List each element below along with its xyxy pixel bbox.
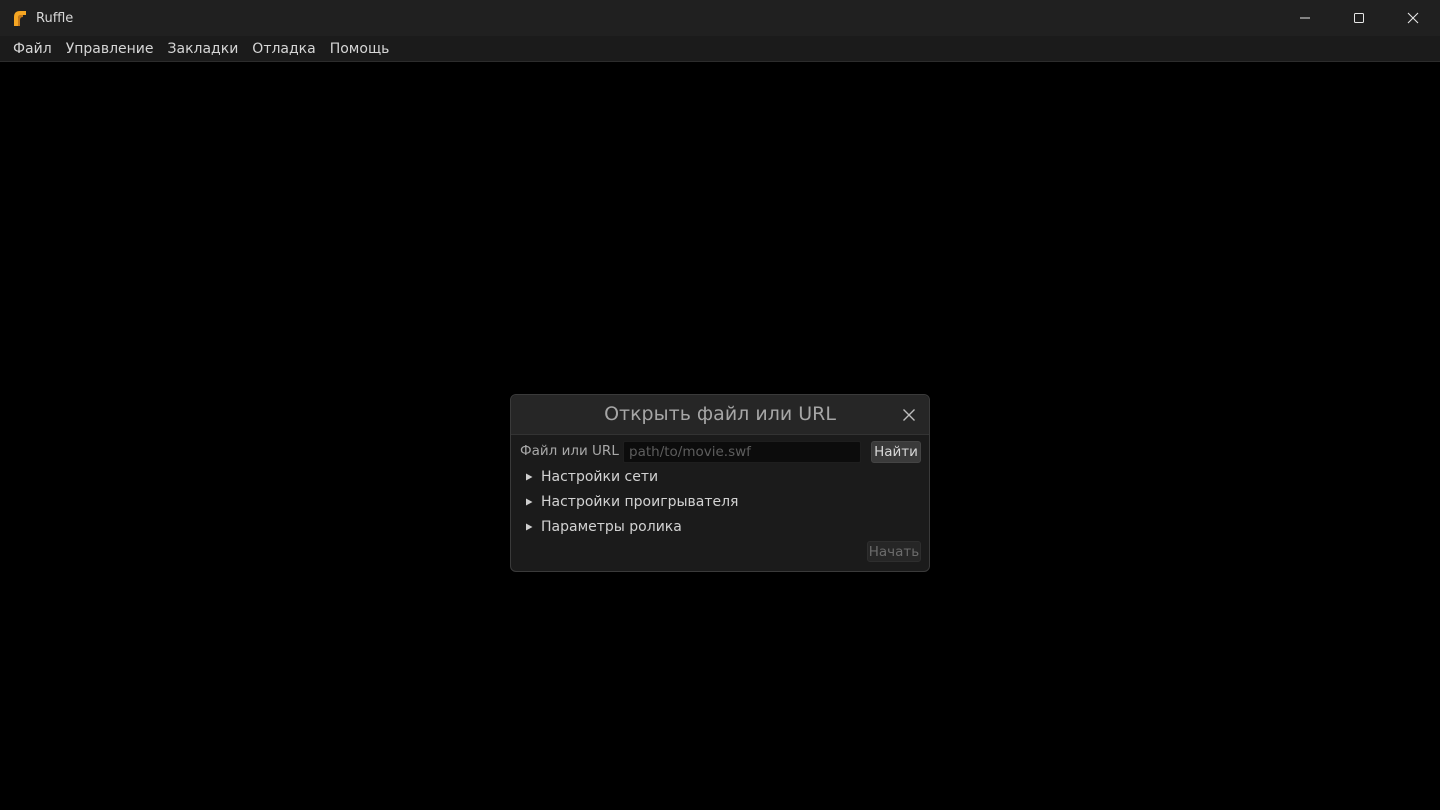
browse-button[interactable]: Найти bbox=[871, 441, 921, 463]
file-url-input[interactable] bbox=[623, 441, 861, 463]
minimize-button[interactable] bbox=[1278, 0, 1332, 36]
dialog-title: Открыть файл или URL bbox=[604, 403, 836, 425]
expand-arrow-icon bbox=[525, 521, 541, 533]
section-movie-parameters[interactable]: Параметры ролика bbox=[525, 519, 682, 535]
menu-bookmarks[interactable]: Закладки bbox=[161, 38, 246, 60]
maximize-icon bbox=[1354, 13, 1364, 23]
menu-file[interactable]: Файл bbox=[6, 38, 59, 60]
window-controls bbox=[1278, 0, 1440, 36]
menu-controls[interactable]: Управление bbox=[59, 38, 161, 60]
section-player-settings[interactable]: Настройки проигрывателя bbox=[525, 494, 738, 510]
section-label: Настройки сети bbox=[541, 469, 659, 485]
window-title: Ruffle bbox=[36, 10, 74, 26]
section-label: Настройки проигрывателя bbox=[541, 494, 739, 510]
expand-arrow-icon bbox=[525, 496, 541, 508]
menu-help[interactable]: Помощь bbox=[323, 38, 397, 60]
menu-bar: Файл Управление Закладки Отладка Помощь bbox=[0, 36, 1440, 62]
start-button[interactable]: Начать bbox=[867, 541, 921, 562]
close-window-button[interactable] bbox=[1386, 0, 1440, 36]
open-file-dialog: Открыть файл или URL Файл или URL Найти … bbox=[510, 394, 930, 572]
close-icon bbox=[1407, 12, 1419, 24]
close-icon bbox=[903, 409, 915, 421]
window-titlebar[interactable]: Ruffle bbox=[0, 0, 1440, 36]
dialog-body: Файл или URL Найти Настройки сети Настро… bbox=[511, 435, 929, 571]
maximize-button[interactable] bbox=[1332, 0, 1386, 36]
dialog-close-button[interactable] bbox=[901, 407, 917, 423]
file-url-label: Файл или URL bbox=[520, 443, 619, 459]
section-network-settings[interactable]: Настройки сети bbox=[525, 469, 658, 485]
dialog-header[interactable]: Открыть файл или URL bbox=[511, 395, 929, 435]
menu-debug[interactable]: Отладка bbox=[245, 38, 322, 60]
section-label: Параметры ролика bbox=[541, 519, 682, 535]
expand-arrow-icon bbox=[525, 471, 541, 483]
minimize-icon bbox=[1300, 17, 1310, 19]
ruffle-logo-icon bbox=[14, 11, 26, 26]
